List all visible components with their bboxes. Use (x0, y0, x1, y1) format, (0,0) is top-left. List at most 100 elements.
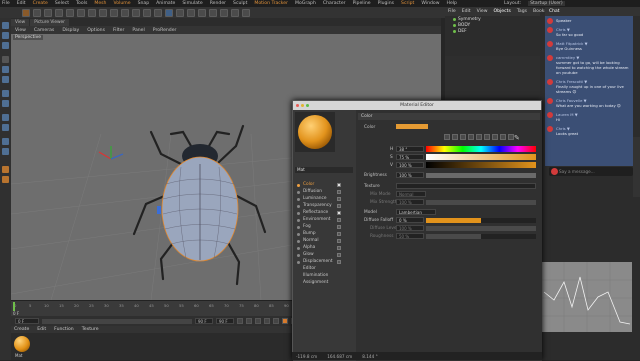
polygons-mode-icon[interactable] (2, 76, 9, 83)
vp-menu-display[interactable]: Display (62, 28, 79, 33)
mm-texture[interactable]: Texture (82, 327, 99, 332)
channel-displacement[interactable]: Displacement (297, 259, 341, 265)
channel-color[interactable]: Color (297, 182, 341, 188)
points-mode-icon[interactable] (2, 56, 9, 63)
select-icon[interactable] (44, 8, 52, 17)
cube-icon[interactable] (165, 8, 173, 17)
channel-checkbox[interactable] (337, 225, 341, 229)
mixer-icon[interactable] (492, 134, 498, 140)
vp-menu-panel[interactable]: Panel (132, 28, 144, 33)
channel-transparency[interactable]: Transparency (297, 203, 341, 209)
start-frame-field[interactable]: 0 F (15, 318, 39, 324)
first-frame-icon[interactable] (237, 318, 243, 324)
roughness-field[interactable]: 50 % (396, 233, 424, 239)
visibility-dot-icon[interactable] (453, 29, 456, 33)
menu-select[interactable]: Select (55, 1, 69, 6)
roughness-slider[interactable] (426, 234, 536, 239)
vp-menu-prorender[interactable]: ProRender (153, 28, 177, 33)
channel-checkbox[interactable] (337, 197, 341, 201)
menu-edit[interactable]: Edit (17, 1, 26, 6)
workplane-icon[interactable] (2, 124, 9, 131)
menu-create[interactable]: Create (33, 1, 48, 6)
brightness-slider[interactable] (426, 173, 536, 178)
menu-sculpt[interactable]: Sculpt (233, 1, 247, 6)
color-swatch[interactable] (396, 124, 428, 129)
spectrum-icon[interactable] (452, 134, 458, 140)
channel-fog[interactable]: Fog (297, 224, 341, 230)
world-icon[interactable] (121, 8, 129, 17)
hsv-icon[interactable] (476, 134, 482, 140)
close-icon[interactable] (296, 104, 299, 107)
last-frame-icon[interactable] (273, 318, 279, 324)
swatches-icon[interactable] (500, 134, 506, 140)
minimize-icon[interactable] (301, 104, 304, 107)
visibility-dot-icon[interactable] (453, 23, 456, 27)
floor-icon[interactable] (220, 8, 228, 17)
menu-help[interactable]: Help (446, 1, 456, 6)
material-thumbnail[interactable] (14, 336, 30, 352)
record-icon[interactable] (282, 318, 288, 324)
lock-workplane-icon[interactable] (2, 138, 9, 145)
menu-file[interactable]: File (2, 1, 10, 6)
channel-reflectance[interactable]: Reflectance (297, 210, 341, 216)
channel-checkbox[interactable] (337, 260, 341, 264)
vp-menu-options[interactable]: Options (87, 28, 105, 33)
color-wheel-icon[interactable] (444, 134, 450, 140)
material-editor-titlebar[interactable]: Material Editor (293, 101, 541, 110)
end-frame-field[interactable]: 90 F (195, 318, 213, 324)
hue-slider[interactable] (426, 146, 536, 152)
mix-strength-field[interactable]: 100 % (396, 199, 424, 205)
mm-function[interactable]: Function (54, 327, 74, 332)
obj-menu-edit[interactable]: Edit (462, 9, 471, 14)
channel-checkbox[interactable] (337, 232, 341, 236)
mm-create[interactable]: Create (14, 327, 29, 332)
prev-key-icon[interactable] (246, 318, 252, 324)
channel-checkbox[interactable] (337, 239, 341, 243)
chat-input[interactable]: Say a message... (549, 167, 633, 176)
vp-menu-view[interactable]: View (15, 28, 26, 33)
diffuse-falloff-field[interactable]: 0 % (396, 217, 424, 223)
menu-animate[interactable]: Animate (156, 1, 175, 6)
v-field[interactable]: 100 % (396, 162, 424, 168)
menu-simulate[interactable]: Simulate (182, 1, 202, 6)
channel-illumination[interactable]: Illumination (297, 273, 337, 279)
render-region-icon[interactable] (132, 8, 140, 17)
range-slider[interactable] (42, 318, 192, 324)
play-icon[interactable] (255, 318, 261, 324)
channel-checkbox[interactable] (337, 190, 341, 194)
channel-normal[interactable]: Normal (297, 238, 341, 244)
render-settings-icon[interactable] (154, 8, 162, 17)
channel-environment[interactable]: Environment (297, 217, 341, 223)
vp-menu-cameras[interactable]: Cameras (34, 28, 54, 33)
camera-label[interactable]: Perspective (13, 35, 44, 40)
layout-dropdown[interactable]: Startup (User) (528, 1, 565, 6)
make-editable-icon[interactable] (2, 22, 9, 29)
menu-volume[interactable]: Volume (113, 1, 130, 6)
playhead[interactable] (13, 302, 15, 311)
material-name-field[interactable]: Mat (295, 167, 353, 173)
snap-icon[interactable] (2, 114, 9, 121)
texture-mode-icon[interactable] (2, 42, 9, 49)
menu-snap[interactable]: Snap (138, 1, 150, 6)
diffuse-falloff-slider[interactable] (426, 218, 536, 223)
tab-view[interactable]: View (11, 19, 30, 26)
menu-character[interactable]: Character (323, 1, 346, 6)
z-axis-icon[interactable] (110, 8, 118, 17)
channel-diffusion[interactable]: Diffusion (297, 189, 341, 195)
menu-pipeline[interactable]: Pipeline (353, 1, 371, 6)
channel-checkbox[interactable] (337, 211, 341, 215)
tweak-mode-icon[interactable] (2, 100, 9, 107)
list-item[interactable]: DEF (445, 28, 540, 34)
function-curve-graph[interactable] (542, 262, 632, 332)
rotate-icon[interactable] (77, 8, 85, 17)
channel-editor[interactable]: Editor (297, 266, 337, 272)
menu-mograph[interactable]: MoGraph (295, 1, 316, 6)
h-field[interactable]: 38 ° (396, 146, 424, 152)
mix-mode-dropdown[interactable]: Normal (396, 191, 426, 197)
diffuse-level-field[interactable]: 100 % (396, 225, 424, 231)
menu-plugins[interactable]: Plugins (378, 1, 394, 6)
obj-menu-objects[interactable]: Objects (494, 9, 511, 14)
deformer-icon[interactable] (209, 8, 217, 17)
material-preview[interactable] (295, 112, 335, 152)
menu-motion-tracker[interactable]: Motion Tracker (254, 1, 288, 6)
